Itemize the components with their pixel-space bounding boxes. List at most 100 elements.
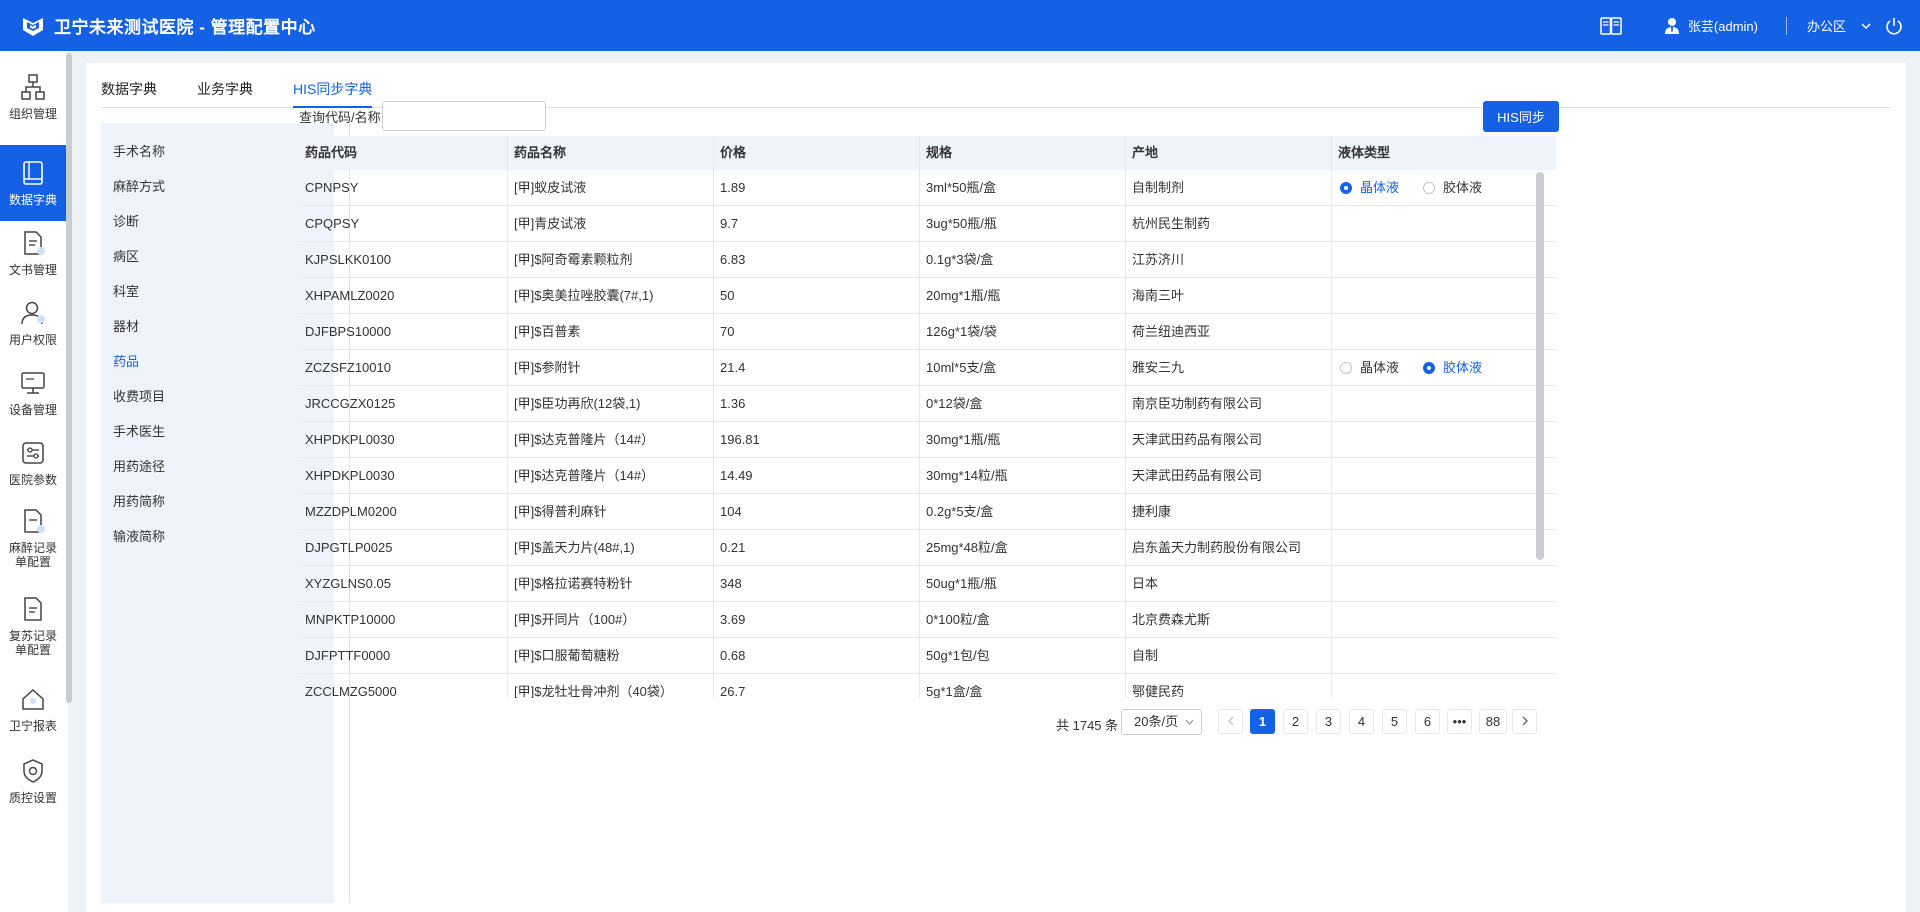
office-selector[interactable]: 办公区 (1807, 0, 1884, 51)
nav-label: 文书管理 (8, 263, 57, 277)
table-row[interactable]: CPQPSY [甲]青皮试液 9.7 3ug*50瓶/瓶 杭州民生制药 (299, 206, 1556, 242)
category-item[interactable]: 病区 (113, 246, 139, 265)
page-button[interactable]: 2 (1283, 709, 1308, 734)
cell-name: [甲]$龙牡壮骨冲剂（40袋） (508, 674, 714, 698)
col-header-code[interactable]: 药品代码 (299, 136, 508, 170)
cell-name: [甲]$开同片（100#） (508, 602, 714, 637)
page-button[interactable]: 5 (1382, 709, 1407, 734)
table-row[interactable]: MZZDPLM0200 [甲]$得普利麻针 104 0.2g*5支/盒 捷利康 (299, 494, 1556, 530)
category-item[interactable]: 诊断 (113, 211, 139, 230)
cell-price: 26.7 (714, 674, 920, 698)
cell-origin: 日本 (1126, 566, 1332, 601)
cell-spec: 50ug*1瓶/瓶 (920, 566, 1126, 601)
nav-item-devices[interactable]: 设备管理 (0, 355, 66, 431)
category-item-drug[interactable]: 药品 (113, 351, 139, 370)
page-size-select[interactable]: 20条/页 (1121, 709, 1202, 735)
open-book-icon[interactable] (1600, 16, 1622, 35)
table-row[interactable]: ZCCLMZG5000 [甲]$龙牡壮骨冲剂（40袋） 26.7 5g*1盒/盒 鄂健民… (299, 674, 1556, 698)
table-row[interactable]: MNPKTP10000 [甲]$开同片（100#） 3.69 0*100粒/盒 北京费森… (299, 602, 1556, 638)
table-row[interactable]: DJFBPS10000 [甲]$百普素 70 126g*1袋/袋 荷兰纽迪西亚 (299, 314, 1556, 350)
cell-name: [甲]$奥美拉唑胶囊(7#,1) (508, 278, 714, 313)
cell-origin: 启东盖天力制药股份有限公司 (1126, 530, 1332, 565)
tab-data-dict[interactable]: 数据字典 (101, 75, 157, 108)
cell-spec: 10ml*5支/盒 (920, 350, 1126, 385)
category-item[interactable]: 用药简称 (113, 491, 165, 510)
col-header-liquid-type[interactable]: 液体类型 (1332, 136, 1556, 170)
table-row[interactable]: JRCCGZX0125 [甲]$臣功再欣(12袋,1) 1.36 0*12袋/盒 南京臣… (299, 386, 1556, 422)
col-header-spec[interactable]: 规格 (920, 136, 1126, 170)
table-row[interactable]: ZCZSFZ10010 [甲]$参附针 21.4 10ml*5支/盒 雅安三九 晶体液 胶体… (299, 350, 1556, 386)
user-menu[interactable]: 张芸(admin) (1664, 0, 1786, 51)
category-item[interactable]: 手术医生 (113, 421, 165, 440)
table-row[interactable]: DJPGTLP0025 [甲]$盖天力片(48#,1) 0.21 25mg*48粒/盒… (299, 530, 1556, 566)
nav-label: 质控设置 (8, 791, 57, 805)
anesthesia-record-icon (24, 509, 45, 533)
radio-crystalloid[interactable]: 晶体液 (1340, 350, 1399, 385)
radio-dot (1340, 182, 1352, 194)
chevron-down-icon (1185, 719, 1194, 725)
nav-item-user-perm[interactable]: 用户权限 (0, 285, 66, 361)
cell-origin: 天津武田药品有限公司 (1126, 458, 1332, 493)
page-ellipsis[interactable]: ••• (1447, 709, 1472, 734)
tab-his-sync-dict[interactable]: HIS同步字典 (293, 75, 373, 108)
radio-colloid[interactable]: 胶体液 (1423, 350, 1482, 385)
query-label: 查询代码/名称 (299, 110, 381, 125)
radio-crystalloid[interactable]: 晶体液 (1340, 170, 1399, 205)
table-row[interactable]: XYZGLNS0.05 [甲]$格拉诺赛特粉针 348 50ug*1瓶/瓶 日本 (299, 566, 1556, 602)
table-row[interactable]: KJPSLKK0100 [甲]$阿奇霉素颗粒剂 6.83 0.1g*3袋/盒 江苏济川 (299, 242, 1556, 278)
table-header: 药品代码 药品名称 价格 规格 产地 液体类型 (299, 136, 1556, 170)
hospital-logo-icon (23, 17, 43, 36)
table-row[interactable]: XHPDKPL0030 [甲]$达克普隆片（14#） 14.49 30mg*14粒/瓶… (299, 458, 1556, 494)
category-item[interactable]: 输液简称 (113, 526, 165, 545)
side-nav-scrollbar[interactable] (66, 53, 72, 703)
his-sync-button[interactable]: HIS同步 (1483, 101, 1559, 132)
nav-item-hospital-params[interactable]: 医院参数 (0, 425, 66, 501)
pagination: 共 1745 条 20条/页 1 2 3 4 5 6 ••• 88 (86, 709, 1906, 737)
category-item[interactable]: 器材 (113, 316, 139, 335)
category-item[interactable]: 科室 (113, 281, 139, 300)
page-button[interactable]: 4 (1349, 709, 1374, 734)
page-button[interactable]: 1 (1250, 709, 1275, 734)
page-button[interactable]: 6 (1415, 709, 1440, 734)
cell-code: DJFPTTF0000 (299, 638, 508, 673)
nav-item-data-dict[interactable]: 数据字典 (0, 145, 66, 221)
power-icon[interactable] (1884, 16, 1904, 36)
col-header-price[interactable]: 价格 (714, 136, 920, 170)
next-page-button[interactable] (1512, 709, 1537, 734)
table-row[interactable]: CPNPSY [甲]蚁皮试液 1.89 3ml*50瓶/盒 自制制剂 晶体液 胶体液 (299, 170, 1556, 206)
category-item[interactable]: 用药途径 (113, 456, 165, 475)
cell-liquid-type (1332, 314, 1556, 349)
category-item[interactable]: 收费项目 (113, 386, 165, 405)
nav-item-reports[interactable]: 卫宁报表 (0, 671, 66, 747)
col-header-name[interactable]: 药品名称 (508, 136, 714, 170)
nav-item-org[interactable]: 组织管理 (0, 59, 66, 135)
radio-colloid[interactable]: 胶体液 (1423, 170, 1482, 205)
query-input[interactable] (382, 101, 546, 131)
cell-origin: 捷利康 (1126, 494, 1332, 529)
cell-spec: 0.2g*5支/盒 (920, 494, 1126, 529)
cell-name: [甲]$达克普隆片（14#） (508, 422, 714, 457)
table-row[interactable]: DJFPTTF0000 [甲]$口服葡萄糖粉 0.68 50g*1包/包 自制 (299, 638, 1556, 674)
table-row[interactable]: XHPDKPL0030 [甲]$达克普隆片（14#） 196.81 30mg*1瓶/瓶… (299, 422, 1556, 458)
nav-item-recovery-record[interactable]: 复苏记录单配置 (0, 583, 66, 669)
page-button[interactable]: 88 (1479, 709, 1507, 734)
page-button[interactable]: 3 (1316, 709, 1341, 734)
cell-name: [甲]$达克普隆片（14#） (508, 458, 714, 493)
cell-name: [甲]$参附针 (508, 350, 714, 385)
prev-page-button[interactable] (1218, 709, 1243, 734)
cell-price: 348 (714, 566, 920, 601)
nav-label: 用户权限 (8, 333, 57, 347)
category-item[interactable]: 手术名称 (113, 141, 165, 160)
cell-liquid-type (1332, 530, 1556, 565)
nav-item-anesthesia-record[interactable]: 麻醉记录单配置 (0, 495, 66, 581)
cell-code: ZCZSFZ10010 (299, 350, 508, 385)
cell-name: [甲]$格拉诺赛特粉针 (508, 566, 714, 601)
cell-origin: 自制 (1126, 638, 1332, 673)
nav-item-quality-settings[interactable]: 质控设置 (0, 743, 66, 819)
table-row[interactable]: XHPAMLZ0020 [甲]$奥美拉唑胶囊(7#,1) 50 20mg*1瓶/瓶 海南… (299, 278, 1556, 314)
tab-business-dict[interactable]: 业务字典 (197, 75, 253, 108)
nav-item-docs[interactable]: 文书管理 (0, 215, 66, 291)
col-header-origin[interactable]: 产地 (1126, 136, 1332, 170)
category-item[interactable]: 麻醉方式 (113, 176, 165, 195)
table-scrollbar[interactable] (1536, 172, 1544, 560)
